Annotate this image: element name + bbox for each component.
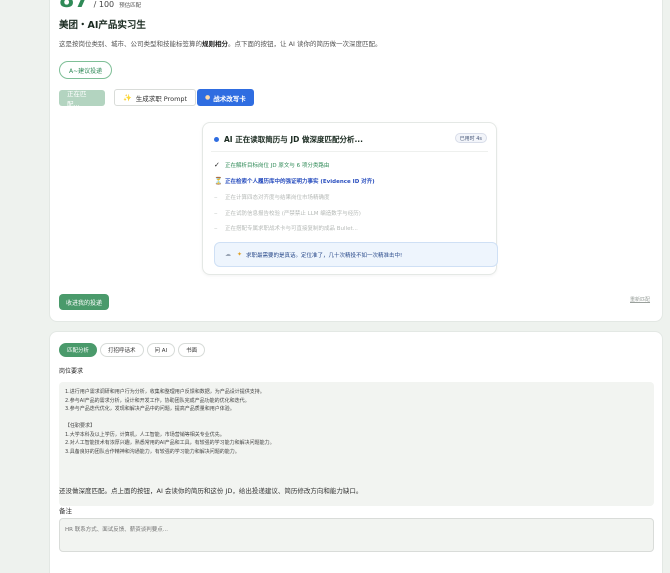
deep-match-button[interactable]: 正在匹配... [59,90,105,108]
step-text: 正在计算四态对齐度与结果岗位市场精确度 [225,195,330,201]
dash-icon: – [214,224,218,232]
analysis-step: – 正在搭配专属求职战术卡与可直接复制的成品 Bullet... [214,224,358,232]
match-card: 87 / 100 预估匹配 美团・AI产品实习生 这是按岗位类别、城市、公司类型… [49,0,663,322]
tactical-rewrite-label: 战术改写卡 [213,94,246,103]
analysis-title: AI 正在读取简历与 JD 做深度匹配分析... [224,135,363,144]
suggest-apply-pill[interactable]: A~建议投递 [59,61,113,79]
jd-line: 【任职要求】 [65,423,96,429]
jd-line: 3.具备良好的团队合作精神和沟通能力，有较强的学习能力和解决问题的能力。 [65,448,240,455]
tab-greeting-script[interactable]: 打招呼话术 [100,343,144,357]
score-value: 87 [59,0,90,13]
analysis-header: AI 正在读取简历与 JD 做深度匹配分析... [214,134,363,145]
divider [211,151,488,152]
analysis-step: ⏳ 正在检索个人履历库中的强证明力事实 (Evidence ID 对齐) [214,177,375,185]
tab-match-analysis[interactable]: 匹配分析 [59,343,98,357]
score-label: 预估匹配 [119,3,142,9]
analysis-step: – 正在试防信息报告校验 (严禁禁止 LLM 编造数字与经历) [214,209,361,217]
dash-icon: – [214,193,218,201]
fire-icon: ● [205,94,211,101]
elapsed-badge: 已用时 4s [454,133,487,143]
dash-icon: – [214,209,218,217]
tip-text: 求职最需要的是真话。定位准了，几十次精投不如一次精准击中! [246,252,403,259]
tab-ask-ai[interactable]: 问 AI [146,343,176,357]
cloud-icon: ☁ [225,251,231,258]
jd-line: 2.参与AI产品的需求分析，设计和开发工作，协助团队完成产品功能的优化和迭代。 [65,397,250,404]
generate-prompt-label: 生成求职 Prompt [135,94,188,103]
role-title: 美团・AI产品实习生 [59,20,146,31]
tab-written[interactable]: 书面 [178,343,206,357]
analysis-progress-panel: AI 正在读取简历与 JD 做深度匹配分析... 已用时 4s ✓ 正在解析目标… [202,122,498,275]
detail-card: 匹配分析 打招呼话术 问 AI 书面 岗位要求 1.进行用户需求调研和用户行为分… [49,331,663,573]
step-text: 正在搭配专属求职战术卡与可直接复制的成品 Bullet... [225,226,358,232]
score-row: 87 / 100 预估匹配 [59,0,142,13]
step-text: 正在试防信息报告校验 (严禁禁止 LLM 编造数字与经历) [225,211,361,217]
note-textarea[interactable] [59,518,654,552]
jd-line: 1.进行用户需求调研和用户行为分析，收集和整理用户反馈和数据，为产品设计提供支持… [65,389,265,395]
tactical-rewrite-button[interactable]: ● 战术改写卡 [197,89,254,106]
jd-section-label: 岗位要求 [59,368,84,375]
detail-tabs: 匹配分析 打招呼话术 问 AI 书面 [59,343,208,357]
status-dot-icon [214,137,219,142]
lightbulb-icon: ✦ [237,251,243,258]
jd-line: 1.大学本科及以上学历，计算机，人工智能，市场营销等相关专业优先。 [65,431,225,438]
jd-line [65,414,648,423]
rule-score-description: 这是按岗位类别、城市、公司类型和技能标签算的规则相分。点下面的按钮，让 AI 读… [59,40,382,48]
step-text: 正在解析目标岗位 JD 原文与 6 项分类路由 [225,163,330,169]
jd-line: 2.对人工智能技术有浓厚兴趣，熟悉常用的AI产品和工具，有较强的学习能力和解决问… [65,440,275,446]
analysis-step: – 正在计算四态对齐度与结果岗位市场精确度 [214,193,330,201]
note-label: 备注 [59,507,72,515]
hourglass-icon: ⏳ [214,177,223,185]
mark-applied-button[interactable]: 收进我的投递 [59,294,110,310]
score-total: / 100 [93,0,115,9]
step-text: 正在检索个人履历库中的强证明力事实 (Evidence ID 对齐) [225,179,375,185]
tip-banner: ☁ ✦ 求职最需要的是真话。定位准了，几十次精投不如一次精准击中! [214,242,498,267]
match-summary: 还没做深度匹配。点上面的按钮，AI 会读你的简历和这份 JD，给出投递建议、简历… [59,487,363,495]
analysis-step: ✓ 正在解析目标岗位 JD 原文与 6 项分类路由 [214,161,329,169]
check-icon: ✓ [214,161,220,169]
sparkle-icon: ✨ [123,93,132,102]
generate-prompt-button[interactable]: ✨ 生成求职 Prompt [114,89,197,106]
jd-line: 3.参与产品迭代优化，发现和解决产品中的问题，提高产品质量和用户体验。 [65,406,235,412]
reset-match-link[interactable]: 重新匹配 [630,296,650,303]
